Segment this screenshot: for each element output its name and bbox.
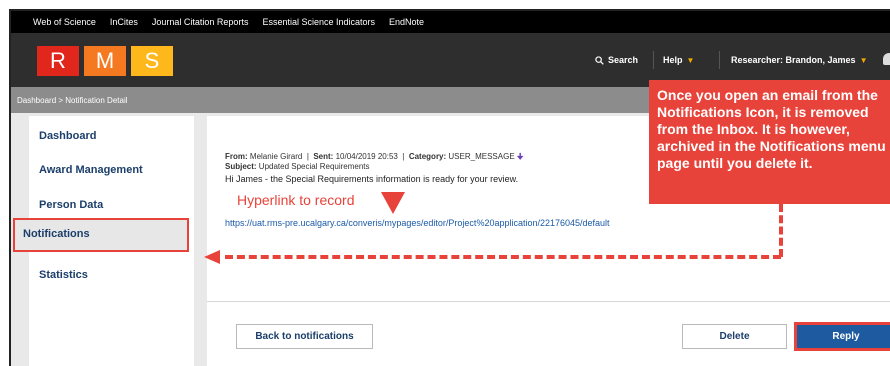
sidebar-item-notifications[interactable]: Notifications [13,218,189,252]
rms-logo[interactable]: R M S [37,46,173,76]
chevron-down-icon: ▼ [686,55,695,65]
delete-button[interactable]: Delete [682,324,787,349]
category-value: USER_MESSAGE [448,152,515,161]
logo-letter-r: R [37,46,79,76]
chevron-down-icon: ▼ [859,55,868,65]
nav-web-of-science[interactable]: Web of Science [33,17,96,27]
message-body: Hi James - the Special Requirements info… [225,174,519,184]
reply-button[interactable]: Reply [794,322,890,351]
search-button[interactable]: Search [595,55,638,65]
arrow-down-icon[interactable]: 🠋 [517,152,524,161]
sidebar-item-statistics[interactable]: Statistics [39,269,88,281]
screenshot-frame: Web of Science InCites Journal Citation … [9,9,890,366]
sidebar-item-dashboard[interactable]: Dashboard [39,130,96,142]
sidebar-item-person-data[interactable]: Person Data [39,199,103,211]
nav-journal-citation-reports[interactable]: Journal Citation Reports [152,17,249,27]
search-label: Search [608,55,639,65]
annotation-callout: Once you open an email from the Notifica… [649,80,890,204]
nav-essential-science-indicators[interactable]: Essential Science Indicators [262,17,375,27]
search-icon [595,55,604,65]
app-header: R M S Search Help ▼ Researcher: Brandon,… [11,33,890,87]
sent-label: Sent: [313,152,334,161]
product-nav-bar: Web of Science InCites Journal Citation … [11,11,890,33]
bell-icon[interactable] [883,53,890,65]
researcher-menu[interactable]: Researcher: Brandon, James ▼ [731,55,867,65]
record-hyperlink[interactable]: https://uat.rms-pre.ucalgary.ca/converis… [225,218,610,228]
breadcrumb-text: Dashboard > Notification Detail [17,95,128,105]
from-value: Melanie Girard [249,152,303,161]
help-label: Help [663,55,683,65]
nav-endnote[interactable]: EndNote [389,17,424,27]
annotation-dashed-line-vertical [779,204,783,257]
hyperlink-annotation-label: Hyperlink to record [237,192,355,208]
divider [207,301,890,302]
sidebar-item-award-management[interactable]: Award Management [39,164,143,176]
triangle-down-icon [381,192,405,214]
nav-incites[interactable]: InCites [110,17,138,27]
back-to-notifications-button[interactable]: Back to notifications [236,324,373,349]
arrow-left-icon [204,250,220,264]
sent-value: 10/04/2019 20:53 [335,152,398,161]
logo-letter-m: M [84,46,126,76]
researcher-label: Researcher: Brandon, James [731,55,856,65]
logo-letter-s: S [131,46,173,76]
help-menu[interactable]: Help ▼ [663,55,694,65]
sidebar-item-label: Notifications [23,228,90,240]
category-label: Category: [408,152,447,161]
from-label: From: [225,152,248,161]
subject-label: Subject: [225,162,257,171]
subject-value: Updated Special Requirements [258,162,370,171]
message-subject: Subject: Updated Special Requirements [225,162,370,171]
annotation-dashed-line-horizontal [225,255,781,259]
